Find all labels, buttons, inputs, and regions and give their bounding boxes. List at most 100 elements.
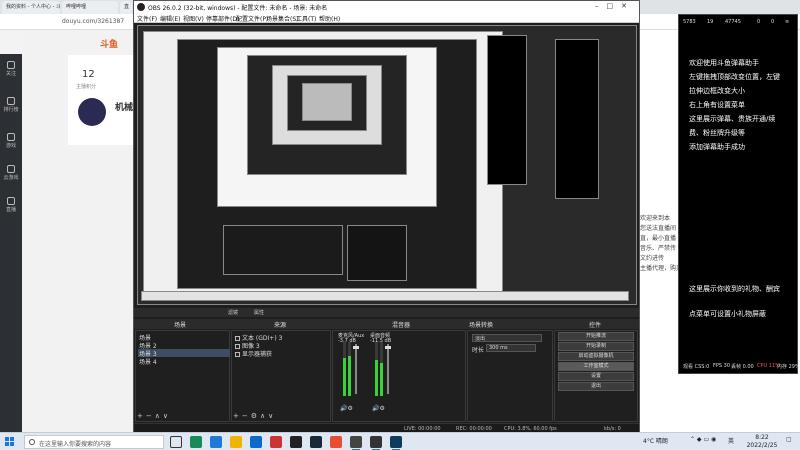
- menu-icon[interactable]: ≡: [785, 19, 789, 25]
- card-subtitle: 主播积分: [76, 84, 97, 90]
- clock-date: 2022/2/25: [746, 442, 778, 449]
- side-nav-ranking[interactable]: 排行榜: [0, 94, 22, 120]
- app-icon[interactable]: [390, 436, 402, 450]
- settings-button[interactable]: 设置: [558, 372, 634, 381]
- side-nav-cloud-games[interactable]: 云游戏: [0, 162, 22, 188]
- menu-scene-collection[interactable]: 场景集合(S): [266, 14, 299, 23]
- source-controls[interactable]: +−⚙∧∨: [233, 412, 276, 420]
- stat-online: 5783: [683, 19, 696, 25]
- danmaku-message: 右上角有设置菜单: [689, 101, 745, 109]
- app-icon[interactable]: [350, 436, 362, 450]
- stat-value: 0: [757, 19, 761, 25]
- transition-type-select[interactable]: 淡出: [472, 334, 542, 342]
- volume-slider[interactable]: [353, 344, 359, 394]
- browser-icon[interactable]: [210, 436, 222, 448]
- browser-tab-douyu-profile[interactable]: 我的资料 - 个人中心 - 斗鱼: [2, 1, 60, 14]
- browser-tab-bilibili[interactable]: 哔哩哔哩: [62, 1, 118, 14]
- source-item[interactable]: 显示器捕获: [234, 349, 326, 358]
- volume-meter: [343, 342, 346, 396]
- scene-item[interactable]: 场景: [138, 333, 230, 342]
- menu-docks[interactable]: 停靠部件(D): [206, 14, 239, 23]
- properties-button[interactable]: 属性: [254, 309, 264, 316]
- edge-icon[interactable]: [190, 436, 202, 448]
- source-item[interactable]: 文本 (GDI+) 3: [234, 333, 326, 342]
- volume-slider-knob[interactable]: [353, 346, 359, 349]
- side-nav-games[interactable]: 游戏: [0, 130, 22, 156]
- scene-toolbar: 滤镜 属性: [134, 308, 639, 317]
- footer-stat: FPS 30: [713, 363, 731, 369]
- obs-title-bar[interactable]: OBS 26.0.2 (32-bit, windows) - 配置文件: 未命名…: [134, 1, 639, 13]
- volume-meter: [348, 342, 351, 396]
- chrome-icon[interactable]: [330, 436, 342, 448]
- dock-title-sources: 来源: [274, 322, 287, 329]
- captured-danmaku-1: [487, 35, 527, 185]
- gift-message: 点菜单可设置小礼物屏蔽: [689, 310, 766, 318]
- scene-controls[interactable]: +−∧∨: [137, 412, 171, 420]
- mixer-mute-settings-icons[interactable]: 🔊⚙: [372, 405, 385, 412]
- heart-icon: [7, 61, 15, 69]
- obs-menu-bar: 文件(F) 编辑(E) 视图(V) 停靠部件(D) 配置文件(P) 场景集合(S…: [134, 13, 639, 23]
- weather-widget[interactable]: 4°C 晴朗: [643, 436, 668, 445]
- app-icon[interactable]: [290, 436, 302, 448]
- duration-label: 时长: [472, 347, 485, 354]
- exit-button[interactable]: 退出: [558, 382, 634, 391]
- right-page-line: 音乐、严禁传: [640, 245, 677, 252]
- footer-stat: 内存 29%: [777, 364, 800, 370]
- source-item[interactable]: 图像 3: [234, 341, 326, 350]
- volume-slider-knob[interactable]: [385, 346, 391, 349]
- menu-tools[interactable]: 工具(T): [296, 14, 316, 23]
- danmaku-message: 拉伸边框改变大小: [689, 87, 745, 95]
- start-recording-button[interactable]: 开始录制: [558, 342, 634, 351]
- virtual-camera-button[interactable]: 启动虚拟摄像机: [558, 352, 634, 361]
- file-explorer-icon[interactable]: [230, 436, 242, 448]
- obs-preview[interactable]: [137, 25, 637, 305]
- captured-scene-docks: [223, 225, 343, 275]
- clock-time: 8:22: [755, 434, 769, 441]
- volume-slider[interactable]: [385, 344, 391, 394]
- window-controls[interactable]: –□✕: [595, 2, 635, 10]
- ranking-icon: [7, 97, 15, 105]
- app-icon[interactable]: [270, 436, 282, 448]
- right-page-line: 您送法直播间: [640, 225, 677, 232]
- meter-fill: [375, 360, 378, 396]
- store-icon[interactable]: [250, 436, 262, 448]
- scene-item[interactable]: 场景 4: [138, 357, 230, 366]
- footer-stat: 丢帧 0.00: [731, 364, 754, 370]
- notification-icon[interactable]: ▢: [786, 436, 792, 443]
- volume-meter: [380, 342, 383, 396]
- tray-icons[interactable]: ⌃ ◆ ▭ ◉: [690, 436, 716, 443]
- steam-icon[interactable]: [310, 436, 322, 448]
- menu-help[interactable]: 帮助(H): [319, 14, 340, 23]
- menu-profile[interactable]: 配置文件(P): [236, 14, 268, 23]
- duration-input[interactable]: 300 ms: [486, 344, 536, 352]
- captured-obs-5: [302, 83, 352, 121]
- task-view-icon[interactable]: [170, 436, 182, 448]
- side-nav-live[interactable]: 直播: [0, 194, 22, 220]
- studio-mode-button[interactable]: 工作室模式: [558, 362, 634, 371]
- scenes-dock: 场景 场景 2 场景 3 场景 4 +−∧∨: [135, 330, 230, 422]
- search-icon: [29, 439, 35, 445]
- search-placeholder: 在这里输入你要搜索的内容: [39, 441, 112, 448]
- windows-start-icon[interactable]: [5, 437, 15, 447]
- meter-fill: [380, 362, 383, 396]
- ime-indicator[interactable]: 英: [728, 436, 734, 445]
- scene-item-selected[interactable]: 场景 3: [138, 349, 230, 358]
- danmaku-assistant-panel[interactable]: 5783 19 47745 0 0 ≡ 欢迎使用斗鱼弹幕助手 左键拖拽顶部改变位…: [678, 14, 800, 374]
- taskbar-search-box[interactable]: 在这里输入你要搜索的内容: [24, 435, 164, 449]
- browser-tab-third[interactable]: 直: [120, 1, 132, 14]
- system-clock[interactable]: 8:22 2022/2/25: [742, 434, 782, 450]
- side-nav-follow[interactable]: 关注: [0, 58, 22, 84]
- footer-stat: 观看 CSS:0: [683, 364, 710, 370]
- mixer-mute-settings-icons[interactable]: 🔊⚙: [340, 405, 353, 412]
- scene-item[interactable]: 场景 2: [138, 341, 230, 350]
- stat-value: 19: [707, 19, 714, 25]
- start-streaming-button[interactable]: 开始推流: [558, 332, 634, 341]
- obs-taskbar-icon[interactable]: [370, 436, 382, 450]
- menu-file[interactable]: 文件(F): [137, 14, 157, 23]
- menu-edit[interactable]: 编辑(E): [160, 14, 180, 23]
- menu-view[interactable]: 视图(V): [183, 14, 204, 23]
- dock-title-scenes: 场景: [174, 322, 187, 329]
- douyu-side-nav: 关注 排行榜 游戏 云游戏 直播: [0, 54, 22, 434]
- filters-button[interactable]: 滤镜: [228, 309, 238, 316]
- meter-fill: [343, 358, 346, 396]
